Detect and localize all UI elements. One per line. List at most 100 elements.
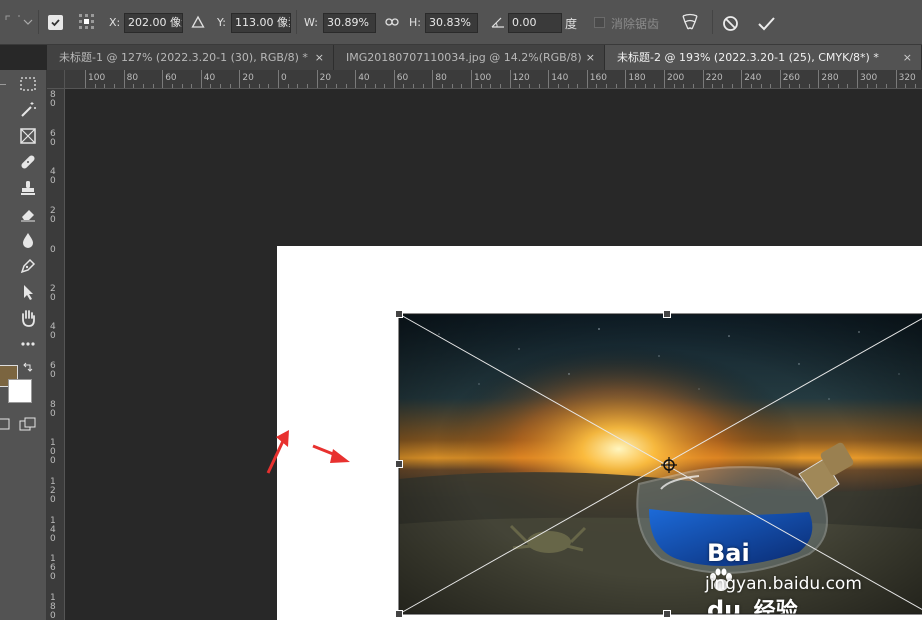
ruler-major-tick: [200, 70, 202, 88]
pen-tool[interactable]: [17, 255, 39, 277]
ruler-major-tick: [432, 70, 434, 88]
ruler-minor-tick: [374, 84, 376, 88]
ruler-minor-tick: [644, 84, 646, 88]
ruler-major-tick: [393, 70, 395, 88]
reference-point-locator[interactable]: [77, 12, 97, 32]
magic-wand-icon: [21, 102, 36, 117]
rotate-angle-field[interactable]: 0.00: [508, 13, 562, 33]
ruler-minor-tick: [885, 84, 887, 88]
watermark-url: jingyan.baidu.com: [705, 574, 862, 594]
magic-wand-tool[interactable]: [17, 99, 39, 121]
crop-tool[interactable]: [17, 125, 39, 147]
ruler-tick-label: 0: [50, 244, 56, 255]
ruler-minor-tick: [673, 84, 675, 88]
ruler-minor-tick: [306, 84, 308, 88]
ruler-major-tick: [509, 70, 511, 88]
close-icon[interactable]: ×: [315, 45, 324, 70]
ruler-minor-tick: [268, 84, 270, 88]
ruler-major-tick: [548, 70, 550, 88]
swap-colors-button[interactable]: [21, 360, 35, 374]
height-field[interactable]: 30.83%: [425, 13, 478, 33]
eraser-tool[interactable]: [17, 203, 39, 225]
ruler-major-tick: [85, 70, 86, 88]
ruler-minor-tick: [528, 84, 530, 88]
ruler-tick-label: 120: [512, 73, 530, 83]
ruler-minor-tick: [480, 84, 482, 88]
tab-untitled-2[interactable]: 未标题-2 @ 193% (2022.3.20-1 (25), CMYK/8*)…: [605, 45, 922, 70]
ruler-minor-tick: [683, 84, 685, 88]
ruler-minor-tick: [731, 84, 733, 88]
transform-handle-middle-left[interactable]: [395, 460, 403, 468]
x-position-field[interactable]: 202.00 像素: [124, 13, 183, 33]
ruler-tick-label: 80: [126, 73, 139, 83]
ruler-minor-tick: [596, 84, 598, 88]
transform-handle-top-left[interactable]: [395, 310, 403, 318]
warp-icon: [682, 13, 698, 30]
ruler-minor-tick: [538, 84, 540, 88]
ellipsis-icon: [21, 342, 35, 346]
horizontal-ruler[interactable]: 100 80 60 40 20 0 20 40 60 80 100 120 140 160 180 200 22…: [65, 70, 922, 89]
transform-handle-bottom-center[interactable]: [663, 610, 671, 618]
ruler-minor-tick: [519, 84, 521, 88]
reference-point-checkbox[interactable]: [48, 15, 63, 30]
rotate-angle-icon: [491, 16, 505, 28]
placed-image-layer[interactable]: Bai du 经验 jingyan.baidu.com: [399, 314, 922, 614]
w-label: W:: [304, 16, 318, 29]
ruler-minor-tick: [557, 84, 559, 88]
marquee-tool[interactable]: [17, 73, 39, 95]
chevron-down-icon: [5, 15, 33, 25]
pen-icon: [20, 258, 36, 274]
relative-position-toggle[interactable]: [191, 15, 205, 29]
background-color-swatch[interactable]: [8, 379, 32, 403]
vertical-ruler[interactable]: 8 0 6 0 4 0 2 0 0 2 0 4 0 6 0 8 0 1 0 0 1 2 0 1 4 0…: [47, 89, 65, 620]
ruler-tick-label: 80: [435, 73, 447, 83]
screen-mode-button[interactable]: [17, 413, 39, 435]
ruler-major-tick: [123, 70, 125, 88]
y-position-field[interactable]: 113.00 像素: [231, 13, 291, 33]
hand-tool[interactable]: [17, 307, 39, 329]
quick-mask-button[interactable]: [0, 413, 16, 435]
eraser-icon: [21, 210, 35, 222]
path-selection-tool[interactable]: [17, 281, 39, 303]
ruler-tick-label: 4 0: [50, 322, 56, 342]
ruler-tick-label: 300: [860, 73, 878, 83]
transform-handle-bottom-left[interactable]: [395, 610, 403, 618]
ruler-minor-tick: [905, 84, 907, 88]
cancel-transform-button[interactable]: [722, 15, 739, 32]
bottle-scene-image: [399, 314, 922, 614]
angle-unit: 度: [565, 17, 578, 31]
ruler-minor-tick: [413, 84, 415, 88]
tab-untitled-1[interactable]: 未标题-1 @ 127% (2022.3.20-1 (30), RGB/8) *…: [47, 45, 334, 70]
ruler-tick-label: 0: [281, 73, 287, 83]
screen-mode-icon: [19, 417, 36, 431]
ruler-tick-label: 20: [242, 73, 254, 83]
transform-handle-top-center[interactable]: [663, 310, 671, 318]
ruler-minor-tick: [94, 84, 96, 88]
tool-preset-picker[interactable]: [4, 14, 34, 30]
warp-mode-button[interactable]: [680, 12, 700, 32]
ruler-minor-tick: [760, 84, 762, 88]
watermark-brand-suffix: du: [707, 596, 742, 614]
link-icon: [385, 18, 399, 26]
tab-img20180707[interactable]: IMG20180707110034.jpg @ 14.2%(RGB/8) ×: [334, 45, 605, 70]
more-tools-button[interactable]: [17, 333, 39, 355]
ruler-minor-tick: [287, 84, 289, 88]
ruler-origin[interactable]: [47, 70, 65, 89]
close-icon[interactable]: ×: [903, 45, 912, 70]
ruler-minor-tick: [152, 84, 154, 88]
ruler-minor-tick: [181, 84, 183, 88]
ruler-major-tick: [316, 70, 318, 88]
close-icon[interactable]: ×: [586, 45, 595, 70]
maintain-aspect-ratio-toggle[interactable]: [385, 16, 399, 28]
ruler-minor-tick: [326, 84, 328, 88]
commit-transform-button[interactable]: [757, 15, 776, 32]
antialias-checkbox[interactable]: [594, 17, 605, 28]
watermark-product: 经验: [753, 599, 798, 614]
ruler-major-tick: [586, 70, 588, 88]
ruler-tick-label: 1 6 0: [50, 554, 56, 583]
ruler-major-tick: [471, 70, 472, 88]
healing-brush-tool[interactable]: [17, 151, 39, 173]
width-field[interactable]: 30.89%: [323, 13, 376, 33]
clone-stamp-tool[interactable]: [17, 177, 39, 199]
blur-tool[interactable]: [17, 229, 39, 251]
